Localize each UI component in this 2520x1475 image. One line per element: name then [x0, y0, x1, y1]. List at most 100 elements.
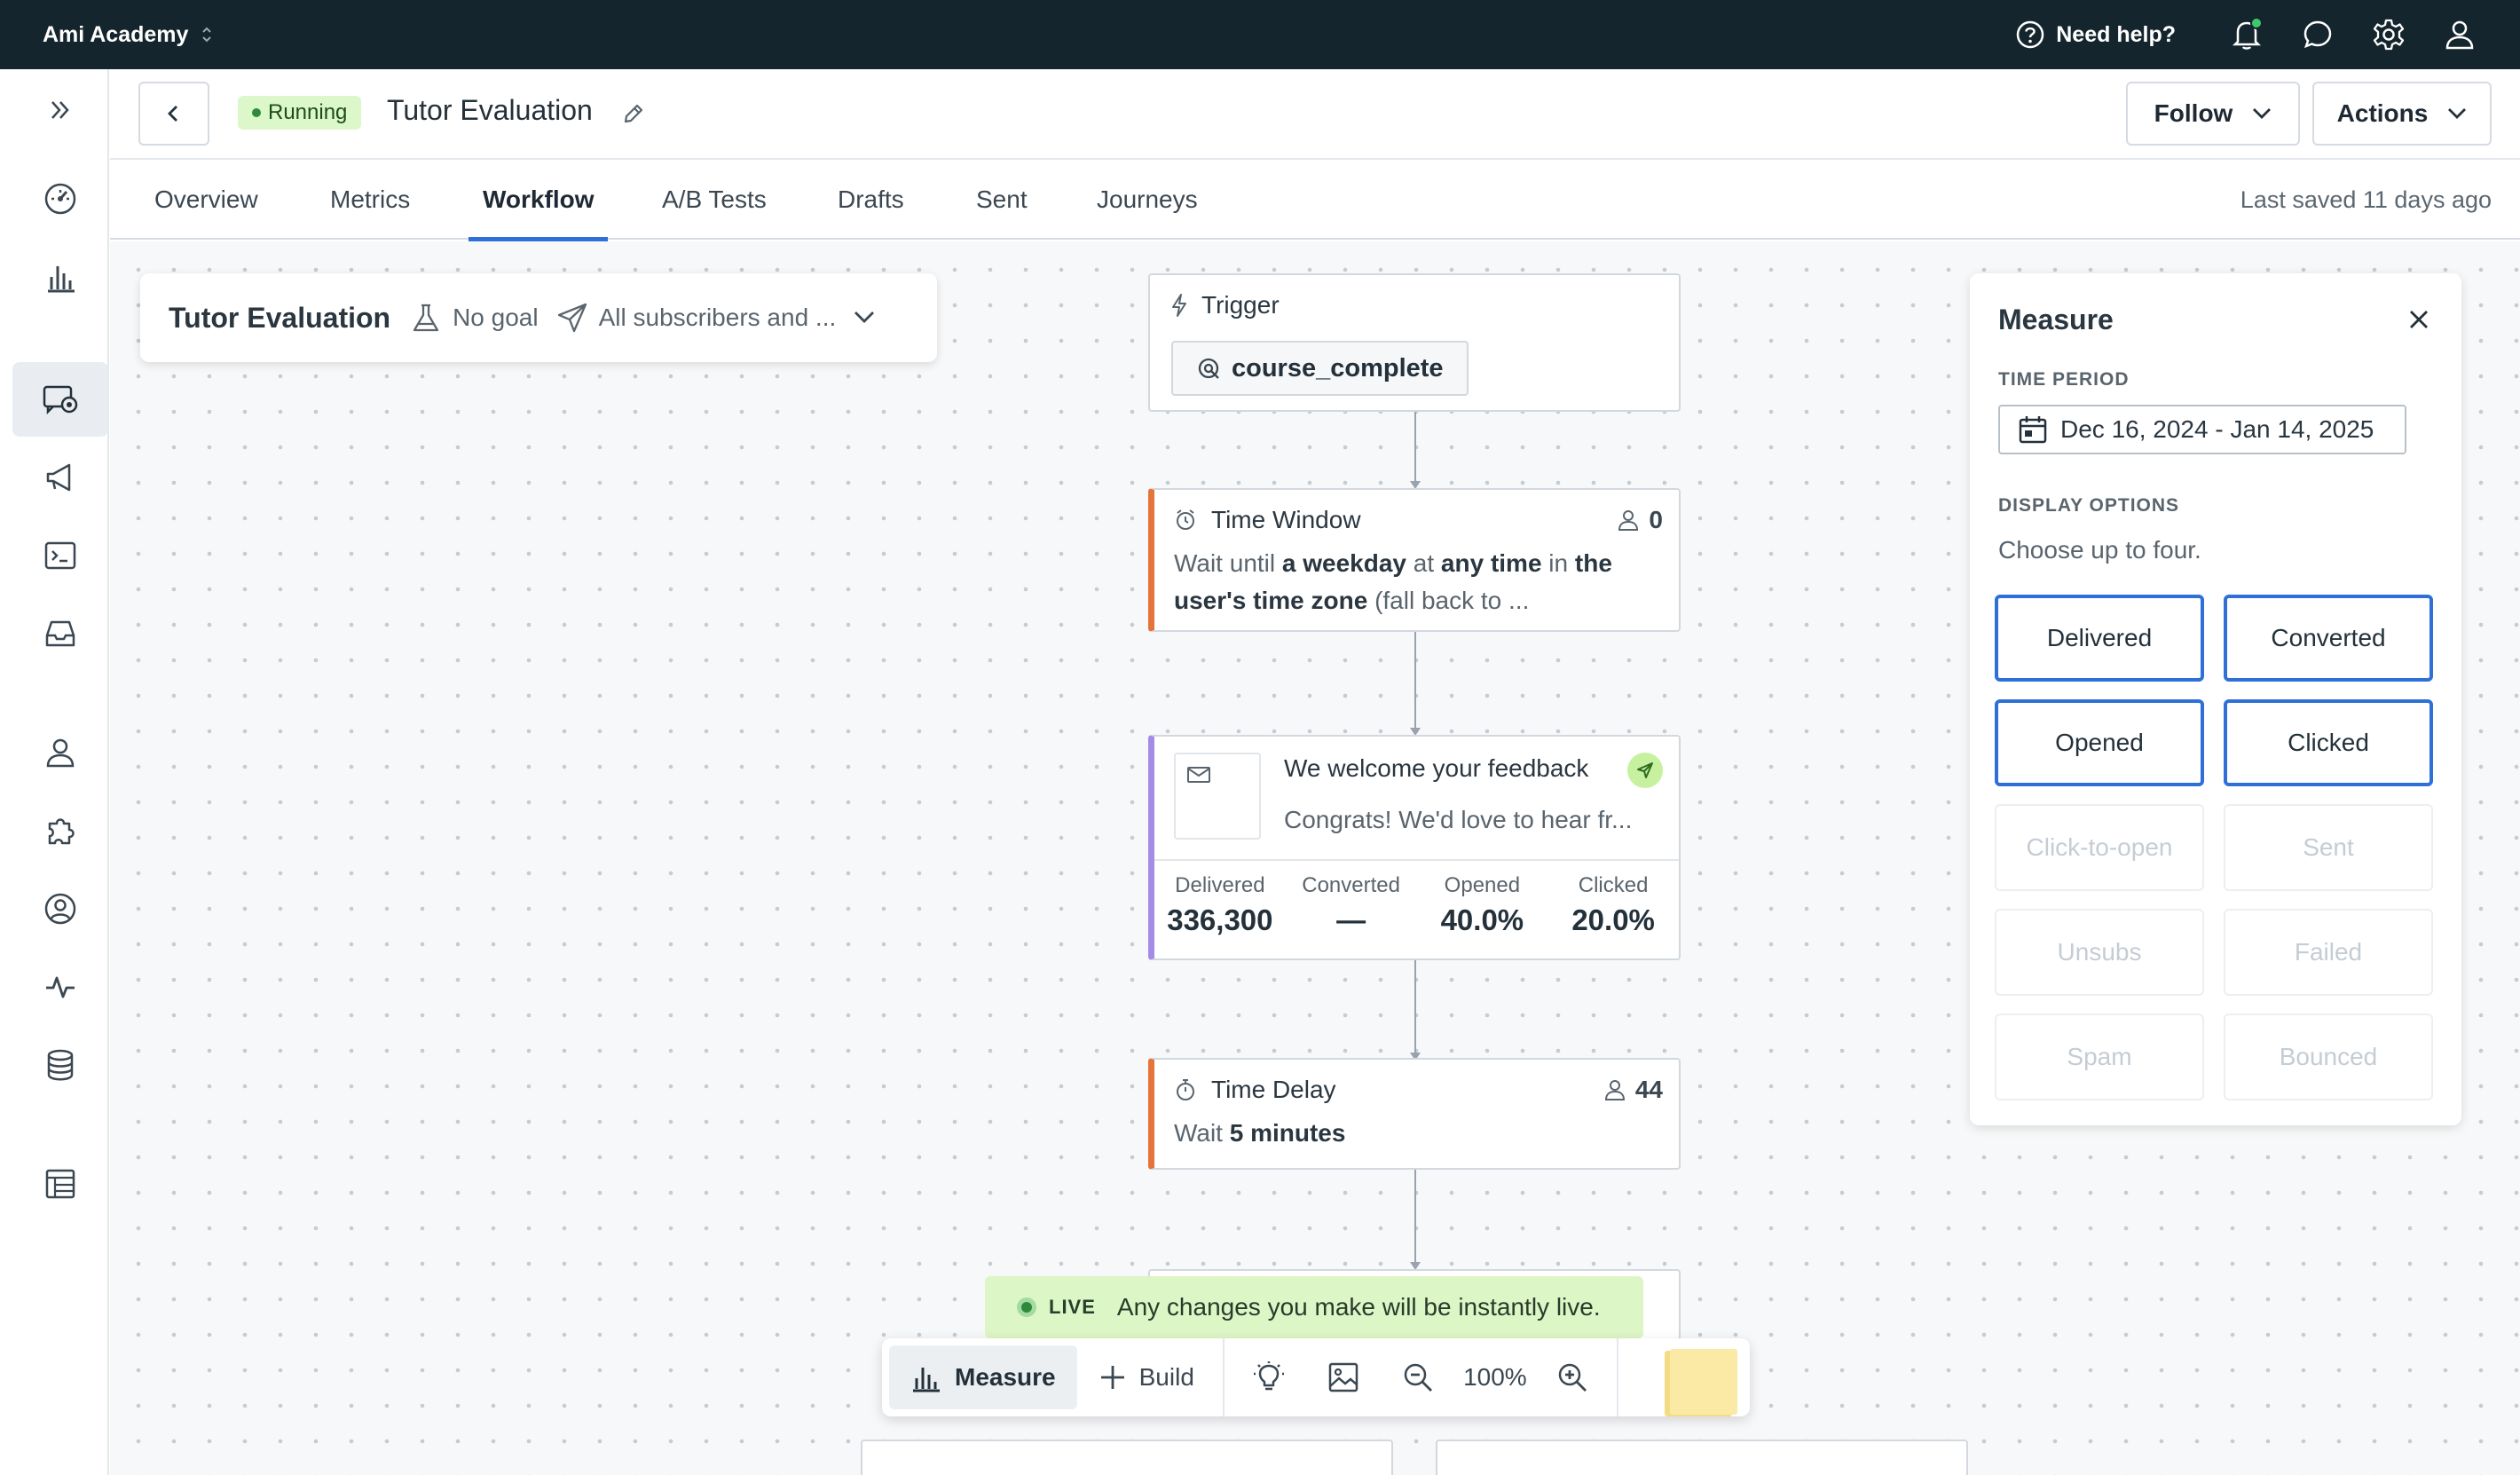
canvas-toolbar: Measure Build 100% [882, 1338, 1750, 1416]
flask-icon [413, 304, 439, 332]
tab-drafts[interactable]: Drafts [838, 160, 904, 240]
option-bounced[interactable]: Bounced [2224, 1014, 2433, 1100]
dashboard-icon[interactable] [12, 162, 108, 236]
time-delay-count: 44 [1634, 1076, 1663, 1103]
zoom-level: 100% [1463, 1363, 1527, 1391]
tab-sent[interactable]: Sent [976, 160, 1028, 240]
chevron-updown-icon [201, 24, 213, 45]
time-window-node[interactable]: Time Window 0 Wait until a weekday at an… [1148, 488, 1681, 632]
broadcasts-icon[interactable] [12, 440, 108, 515]
option-spam[interactable]: Spam [1995, 1014, 2204, 1100]
people-icon[interactable] [12, 715, 108, 790]
lightbulb-icon[interactable] [1232, 1345, 1306, 1409]
analytics-icon[interactable] [12, 240, 108, 314]
image-icon[interactable] [1306, 1345, 1381, 1409]
sticky-note-icon[interactable] [1670, 1349, 1737, 1415]
audience-meta: All subscribers and ... [556, 302, 836, 334]
activity-icon[interactable] [12, 950, 108, 1024]
help-icon [2015, 20, 2045, 50]
close-icon[interactable] [2401, 302, 2437, 337]
live-message: Any changes you make will be instantly l… [1116, 1293, 1601, 1321]
integrations-icon[interactable] [12, 793, 108, 868]
zoom-in-icon[interactable] [1535, 1345, 1610, 1409]
trigger-node[interactable]: Trigger course_complete [1148, 273, 1681, 412]
time-delay-label: Time Delay [1211, 1076, 1336, 1103]
branch-node-left[interactable] [861, 1440, 1393, 1475]
connector-line [1414, 632, 1416, 733]
tab-ab-tests[interactable]: A/B Tests [662, 160, 767, 240]
tab-metrics[interactable]: Metrics [330, 160, 410, 240]
measure-label: Measure [955, 1363, 1056, 1391]
connector-line [1414, 960, 1416, 1056]
person-icon [1618, 510, 1639, 531]
campaigns-icon[interactable] [12, 362, 108, 437]
workspace-name: Ami Academy [43, 21, 189, 47]
trigger-header: Trigger [1169, 291, 1280, 319]
tab-journeys[interactable]: Journeys [1097, 160, 1198, 240]
tab-overview[interactable]: Overview [154, 160, 258, 240]
terminal-icon[interactable] [12, 518, 108, 593]
inbox-icon[interactable] [12, 596, 108, 671]
account-icon[interactable] [12, 872, 108, 946]
option-sent[interactable]: Sent [2224, 804, 2433, 891]
bell-icon[interactable] [2211, 8, 2282, 61]
option-delivered[interactable]: Delivered [1995, 595, 2204, 682]
time-window-description: Wait until a weekday at any time in the u… [1174, 545, 1653, 619]
date-range-picker[interactable]: Dec 16, 2024 - Jan 14, 2025 [1998, 405, 2406, 454]
option-unsubs[interactable]: Unsubs [1995, 909, 2204, 996]
expand-sidebar-icon[interactable] [12, 73, 108, 147]
option-failed[interactable]: Failed [2224, 909, 2433, 996]
date-range-value: Dec 16, 2024 - Jan 14, 2025 [2060, 415, 2374, 443]
desc-the: the [1574, 549, 1612, 577]
email-preview: Congrats! We'd love to hear fr... [1284, 806, 1633, 833]
follow-button[interactable]: Follow [2126, 82, 2300, 146]
sent-status-icon [1627, 753, 1663, 788]
tab-workflow[interactable]: Workflow [468, 160, 610, 241]
time-window-count: 0 [1649, 506, 1663, 533]
need-help-link[interactable]: Need help? [2015, 20, 2176, 50]
measure-button[interactable]: Measure [889, 1345, 1077, 1409]
email-thumbnail [1174, 753, 1261, 840]
live-indicator [1017, 1298, 1036, 1317]
desc-text: Wait until [1174, 549, 1282, 577]
option-converted[interactable]: Converted [2224, 595, 2433, 682]
chat-icon[interactable] [2282, 8, 2353, 61]
live-banner: LIVE Any changes you make will be instan… [985, 1276, 1643, 1338]
build-button[interactable]: Build [1077, 1345, 1216, 1409]
option-click-to-open[interactable]: Click-to-open [1995, 804, 2204, 891]
workspace-switcher[interactable]: Ami Academy [43, 22, 213, 48]
time-delay-description: Wait 5 minutes [1174, 1115, 1345, 1152]
chevron-down-icon[interactable] [854, 311, 875, 325]
option-opened[interactable]: Opened [1995, 699, 2204, 786]
workflow-summary-card[interactable]: Tutor Evaluation No goal All subscribers… [140, 273, 937, 362]
stat-label: Converted [1302, 873, 1400, 897]
build-label: Build [1138, 1363, 1194, 1391]
lightning-icon [1172, 294, 1186, 317]
option-clicked[interactable]: Clicked [2224, 699, 2433, 786]
connector-line [1414, 412, 1416, 485]
tab-bar: Overview Metrics Workflow A/B Tests Draf… [110, 160, 2520, 241]
email-node[interactable]: We welcome your feedback Congrats! We'd … [1148, 735, 1681, 960]
stat-label: Clicked [1578, 873, 1649, 897]
trigger-event-chip[interactable]: course_complete [1171, 341, 1469, 396]
time-window-header: Time Window [1174, 506, 1361, 534]
pencil-icon[interactable] [621, 101, 646, 126]
gear-icon[interactable] [2353, 8, 2424, 61]
time-delay-node[interactable]: Time Delay 44 Wait 5 minutes [1148, 1058, 1681, 1170]
back-button[interactable] [138, 82, 209, 146]
zoom-out-icon[interactable] [1381, 1345, 1455, 1409]
stopwatch-icon [1177, 1079, 1194, 1100]
user-icon[interactable] [2424, 8, 2495, 61]
person-icon [1604, 1080, 1625, 1100]
plus-icon [1100, 1366, 1124, 1389]
display-options-help: Choose up to four. [1998, 536, 2201, 564]
goal-label: No goal [453, 304, 539, 331]
table-icon[interactable] [12, 1147, 108, 1221]
branch-node-right[interactable] [1436, 1440, 1968, 1475]
actions-button[interactable]: Actions [2312, 82, 2492, 146]
time-window-label: Time Window [1211, 506, 1361, 533]
follow-label: Follow [2154, 99, 2233, 127]
database-icon[interactable] [12, 1028, 108, 1102]
measure-panel: Measure TIME PERIOD Dec 16, 2024 - Jan 1… [1970, 273, 2461, 1125]
desc-fallback: (fall back to ... [1367, 587, 1530, 614]
